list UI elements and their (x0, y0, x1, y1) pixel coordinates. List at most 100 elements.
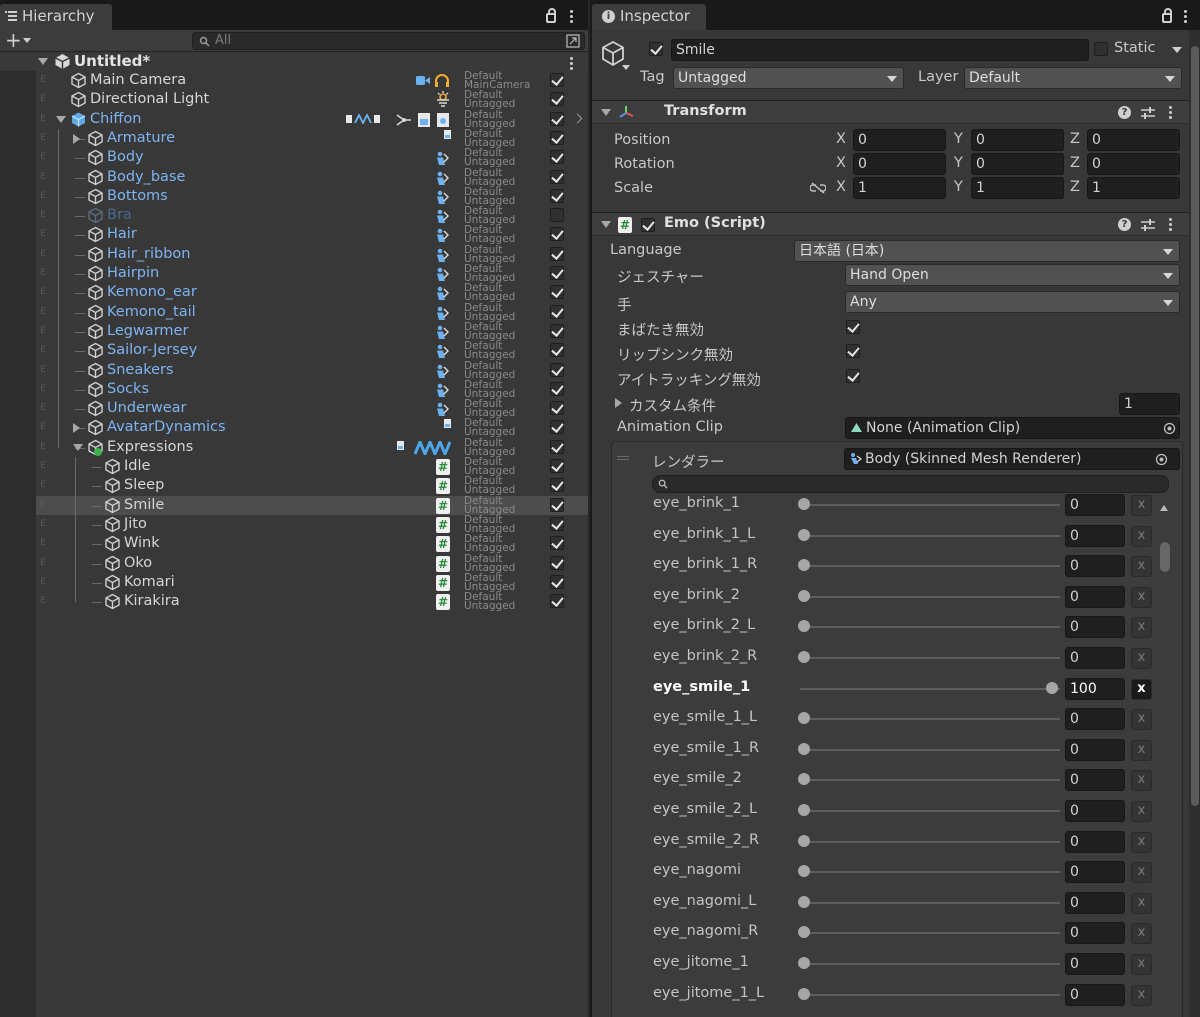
visibility-toggle[interactable]: E (36, 268, 50, 278)
active-checkbox[interactable] (649, 42, 663, 56)
emo-script-header[interactable]: # Emo (Script) ? (592, 212, 1190, 236)
visibility-toggle[interactable]: E (36, 422, 50, 432)
visibility-toggle[interactable]: E (36, 94, 50, 104)
active-checkbox[interactable] (550, 111, 564, 126)
blendshape-slider-track[interactable] (800, 657, 1060, 659)
fold-open-icon[interactable] (38, 58, 48, 65)
visibility-toggle[interactable]: E (36, 326, 50, 336)
blendshape-slider-track[interactable] (800, 718, 1060, 721)
fold-open-icon[interactable] (601, 109, 611, 116)
visibility-toggle[interactable]: E (36, 365, 50, 375)
more-options-icon[interactable] (570, 10, 574, 25)
visibility-toggle[interactable]: E (36, 114, 50, 124)
visibility-toggle[interactable]: E (36, 152, 50, 162)
visibility-toggle[interactable]: E (36, 500, 50, 510)
blendshape-slider-knob[interactable] (798, 712, 810, 725)
active-checkbox[interactable] (550, 420, 564, 435)
visibility-toggle[interactable]: E (36, 133, 50, 143)
disable-lipsync-checkbox[interactable] (846, 344, 860, 358)
blendshape-slider-track[interactable] (800, 871, 1060, 874)
animation-clip-field[interactable]: None (Animation Clip) (845, 417, 1180, 439)
position-x-field[interactable]: 0 (853, 129, 946, 151)
active-checkbox[interactable] (550, 73, 564, 87)
reset-blendshape-button[interactable]: x (1131, 495, 1152, 516)
lock-icon[interactable] (1162, 8, 1172, 23)
visibility-toggle[interactable]: E (36, 480, 50, 490)
active-checkbox[interactable] (550, 285, 564, 300)
reset-blendshape-button[interactable]: x (1131, 954, 1152, 975)
hierarchy-item[interactable]: E Body Default Untagged (36, 148, 588, 167)
unlinked-scale-icon[interactable] (810, 182, 826, 194)
reset-blendshape-button[interactable]: x (1131, 709, 1152, 731)
hierarchy-item[interactable]: E Jito # Default Untagged (36, 515, 588, 534)
blendshape-value-field[interactable]: 0 (1065, 891, 1125, 914)
blendshape-slider-knob[interactable] (798, 498, 810, 510)
reset-blendshape-button[interactable]: x (1131, 525, 1152, 547)
blendshape-slider-knob[interactable] (798, 895, 810, 908)
tab-hierarchy[interactable]: Hierarchy (0, 4, 112, 30)
reset-blendshape-button[interactable]: x (1131, 862, 1152, 884)
hierarchy-item[interactable]: E Sneakers Default Untagged (36, 360, 588, 380)
help-icon[interactable]: ? (1118, 218, 1131, 231)
blendshape-slider-track[interactable] (800, 504, 1060, 506)
rotation-z-field[interactable]: 0 (1087, 153, 1180, 175)
active-checkbox[interactable] (550, 574, 564, 589)
active-checkbox[interactable] (550, 594, 564, 609)
reset-blendshape-button[interactable]: x (1131, 770, 1152, 792)
hierarchy-item[interactable]: E Oko # Default Untagged (36, 553, 588, 573)
active-checkbox[interactable] (550, 266, 564, 280)
active-checkbox[interactable] (550, 246, 564, 261)
gesture-dropdown[interactable]: Hand Open (845, 264, 1180, 286)
fold-open-icon[interactable] (601, 221, 611, 228)
active-checkbox[interactable] (550, 401, 564, 416)
blendshape-value-field[interactable]: 0 (1065, 647, 1125, 669)
hierarchy-item[interactable]: E Chiffon Default Untagged (36, 109, 588, 129)
blendshape-slider-knob[interactable] (1046, 681, 1058, 694)
renderer-field[interactable]: Body (Skinned Mesh Renderer) (844, 448, 1180, 470)
active-checkbox[interactable] (550, 362, 564, 377)
hierarchy-item[interactable]: E Body_base Default Untagged (36, 167, 588, 187)
scene-options-icon[interactable] (570, 57, 574, 72)
blendshape-value-field[interactable]: 0 (1065, 922, 1125, 945)
reset-blendshape-button[interactable]: x (1131, 831, 1152, 853)
active-checkbox[interactable] (550, 304, 564, 319)
inspector-scroll-thumb[interactable] (1191, 46, 1199, 806)
active-checkbox[interactable] (550, 169, 564, 184)
active-checkbox[interactable] (550, 478, 564, 493)
position-y-field[interactable]: 0 (971, 129, 1064, 151)
fold-closed-icon[interactable] (615, 398, 622, 408)
active-checkbox[interactable] (550, 343, 564, 358)
hierarchy-item[interactable]: E AvatarDynamics Default Untagged (36, 418, 588, 438)
active-checkbox[interactable] (550, 208, 564, 223)
hierarchy-item[interactable]: E Komari # Default Untagged (36, 573, 588, 592)
blendshape-value-field[interactable]: 0 (1065, 953, 1125, 975)
reset-blendshape-button[interactable]: x (1131, 617, 1152, 639)
reset-blendshape-button[interactable]: x (1131, 556, 1152, 578)
blendshape-value-field[interactable]: 0 (1065, 494, 1125, 516)
blendshape-value-field[interactable]: 0 (1065, 738, 1125, 761)
blendshape-value-field[interactable]: 0 (1065, 708, 1125, 731)
more-options-icon[interactable] (1184, 10, 1188, 25)
visibility-toggle[interactable]: E (36, 442, 50, 452)
hierarchy-item[interactable]: E Smile # Default Untagged (36, 495, 588, 515)
hierarchy-item[interactable]: E Wink # Default Untagged (36, 534, 588, 553)
add-icon[interactable]: + (5, 30, 22, 50)
scene-row[interactable]: Untitled* (0, 52, 588, 71)
blendshape-slider-knob[interactable] (798, 865, 810, 878)
fold-closed-icon[interactable] (73, 423, 80, 434)
blendshape-slider-knob[interactable] (798, 834, 810, 847)
rotation-x-field[interactable]: 0 (853, 153, 946, 175)
active-checkbox[interactable] (550, 497, 564, 512)
hierarchy-item[interactable]: E Kemono_ear Default Untagged (36, 283, 588, 303)
blendshape-value-field[interactable]: 0 (1065, 524, 1125, 547)
hierarchy-item[interactable]: E Underwear Default Untagged (36, 399, 588, 418)
preset-icon[interactable] (1141, 219, 1155, 231)
reset-blendshape-button[interactable]: x (1131, 984, 1152, 1006)
hierarchy-item[interactable]: E Armature Default Untagged (36, 129, 588, 148)
blendshape-slider-knob[interactable] (798, 559, 810, 572)
blendshape-value-field[interactable]: 0 (1065, 861, 1125, 884)
static-checkbox[interactable] (1094, 42, 1108, 56)
disable-blink-checkbox[interactable] (846, 320, 860, 334)
blendshape-slider-knob[interactable] (798, 926, 810, 939)
lock-icon[interactable] (546, 8, 556, 23)
